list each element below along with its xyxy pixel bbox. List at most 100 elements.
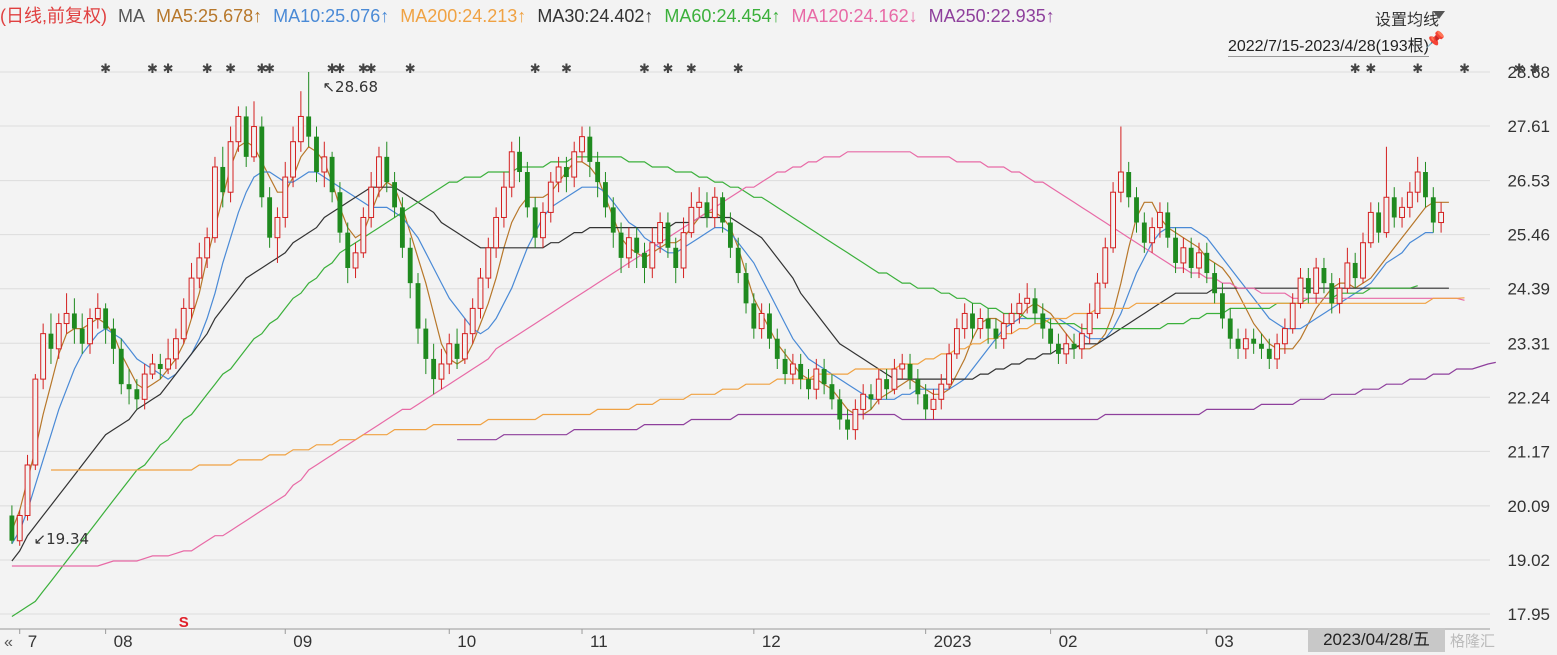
candle-body: [1024, 297, 1031, 304]
x-tick-label: 2023: [934, 632, 972, 651]
period-label: (日线,前复权): [0, 6, 107, 26]
candle-body: [751, 303, 757, 329]
x-tick-label: 12: [762, 632, 781, 651]
candle-body: [1305, 278, 1311, 294]
candle-body: [1406, 191, 1413, 208]
candle-body: [930, 398, 937, 410]
candlestick-chart[interactable]: 28.6827.6126.5325.4624.3923.3122.2421.17…: [0, 0, 1557, 655]
candle-body: [415, 283, 421, 329]
date-range-label[interactable]: 2022/7/15-2023/4/28(193根): [1227, 32, 1429, 57]
candle-body: [1399, 206, 1405, 218]
candle-body: [789, 363, 796, 375]
candle-body: [149, 363, 156, 375]
candle-body: [1086, 312, 1093, 335]
signal-mark: ✱: [202, 62, 213, 77]
candle-body: [524, 172, 530, 208]
candle-body: [55, 323, 62, 350]
candle-body: [1344, 262, 1351, 289]
candle-body: [555, 166, 562, 183]
candle-body: [1196, 252, 1202, 269]
signal-mark: ✱: [225, 62, 236, 77]
candle-body: [1313, 267, 1320, 294]
current-date-flag: 2023/04/28/五: [1308, 628, 1445, 652]
candle-body: [9, 515, 15, 541]
candle-body: [1117, 171, 1124, 193]
candle-body: [688, 206, 695, 234]
candle-body: [782, 358, 788, 375]
candle-body: [243, 116, 249, 157]
candle-body: [532, 207, 538, 238]
candle-body: [87, 318, 93, 345]
ma-settings-button[interactable]: 设置均线: [1375, 6, 1439, 30]
candle-body: [103, 308, 109, 329]
candle-body: [610, 207, 616, 233]
candle-body: [220, 166, 226, 193]
candle-body: [727, 222, 733, 248]
candle-body: [431, 358, 437, 380]
candle-body: [1032, 298, 1038, 314]
candle: [40, 323, 47, 390]
signal-mark: ✱: [405, 62, 416, 77]
candle-body: [884, 379, 890, 390]
candle-body: [1430, 197, 1436, 223]
candle: [1110, 182, 1117, 253]
candle-body: [180, 307, 187, 340]
x-tick-label: 11: [590, 632, 608, 651]
candle-body: [1321, 267, 1327, 284]
candle-body: [673, 247, 679, 268]
candle-body: [352, 252, 359, 269]
candle-body: [907, 363, 913, 380]
x-tick-label: 09: [293, 632, 312, 651]
candle-body: [1165, 212, 1171, 238]
candle-body: [649, 242, 656, 269]
candle-body: [634, 237, 640, 253]
x-tick-label: 08: [114, 632, 133, 651]
candle-body: [227, 141, 234, 193]
candle-body: [469, 307, 476, 335]
x-tick-label: 7: [28, 632, 37, 651]
candle-body: [94, 307, 101, 320]
candle-body: [1173, 237, 1178, 263]
candle-body: [758, 312, 765, 330]
candle-body: [337, 192, 343, 233]
ma-legend: (日线,前复权) MA MA5:25.678↑ MA10:25.076↑ MA2…: [0, 4, 1061, 28]
candle-body: [547, 181, 554, 213]
kline-chart-panel: 28.68 27.61 26.53 25.46 24.39 23.31 22.24 21.17…: [0, 0, 1557, 655]
candle-body: [587, 136, 593, 162]
candle-body: [399, 207, 405, 248]
candle-body: [16, 515, 23, 542]
candle-body: [24, 464, 31, 517]
candle-body: [774, 338, 780, 359]
candle-body: [329, 156, 335, 193]
candle-body: [711, 196, 718, 218]
candle-body: [1438, 211, 1445, 224]
ma30-value: MA30:24.402↑: [537, 6, 654, 26]
candle-body: [1391, 197, 1397, 218]
candle-body: [813, 368, 820, 390]
y-tick-label: 24.39: [1507, 280, 1550, 299]
candle-body: [118, 348, 124, 385]
ma10-value: MA10:25.076↑: [273, 6, 390, 26]
candle-body: [1110, 191, 1117, 249]
candle-body: [290, 141, 296, 178]
candle-body: [798, 363, 804, 380]
candle: [32, 374, 39, 471]
candle-body: [407, 247, 413, 284]
candle-body: [501, 186, 507, 218]
candle-body: [423, 328, 429, 359]
chevron-down-icon[interactable]: [1433, 11, 1445, 19]
pin-icon[interactable]: 📌: [1425, 30, 1445, 50]
candle-body: [720, 197, 726, 223]
x-tick-label: 10: [457, 632, 476, 651]
candle-body: [360, 216, 367, 254]
candle-body: [1188, 247, 1194, 268]
signal-mark: ✱: [147, 62, 158, 77]
candle-body: [126, 384, 132, 390]
signal-mark: ✱: [334, 62, 345, 77]
candle-body: [212, 166, 218, 239]
candle-body: [915, 379, 921, 395]
candle-body: [735, 247, 741, 274]
candle-body: [1094, 282, 1101, 314]
candle-body: [743, 273, 749, 304]
candle-body: [79, 328, 85, 344]
